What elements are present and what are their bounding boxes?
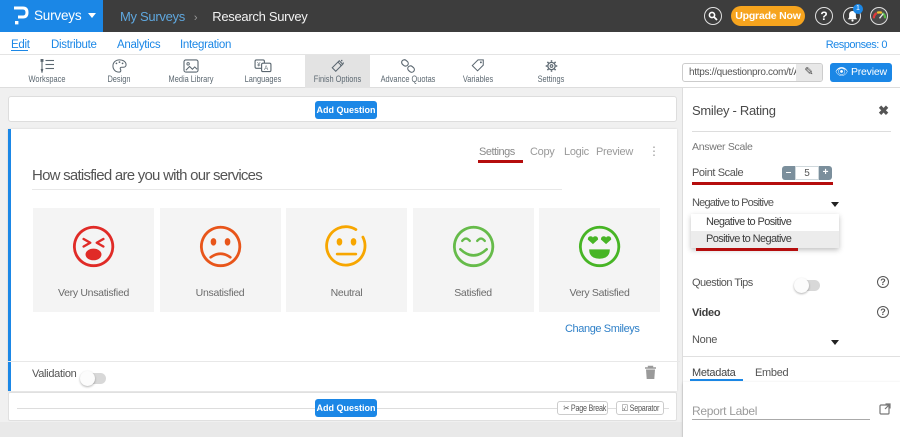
svg-text:¥: ¥: [257, 63, 261, 69]
